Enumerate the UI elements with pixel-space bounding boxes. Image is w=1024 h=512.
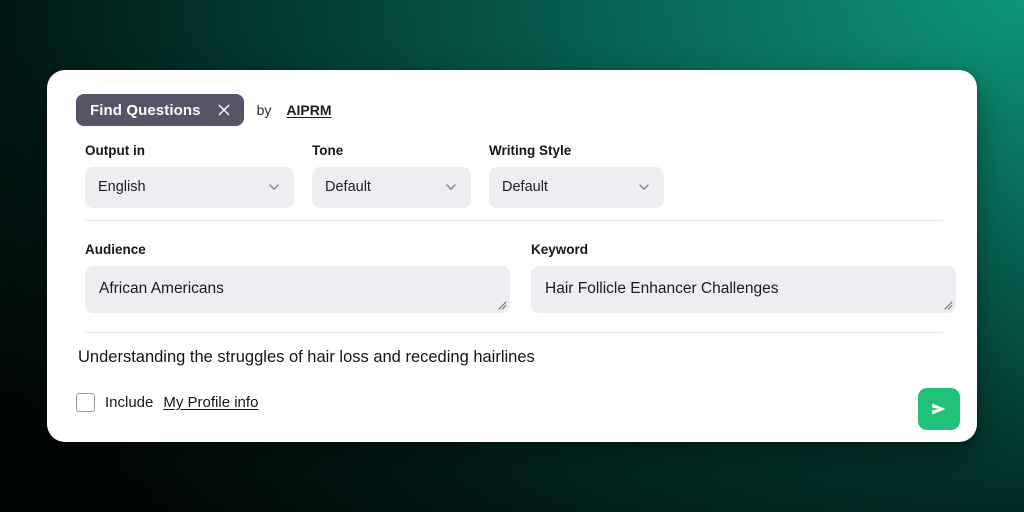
card-header: Find Questions by AIPRM: [76, 94, 332, 126]
tone-group: Tone Default: [312, 144, 471, 208]
prompt-card: Find Questions by AIPRM Output in Englis…: [47, 70, 977, 442]
prompt-text[interactable]: Understanding the struggles of hair loss…: [78, 347, 535, 368]
include-profile-label: Include: [105, 394, 154, 411]
writing-style-label: Writing Style: [489, 143, 572, 158]
divider-bottom: [85, 332, 943, 333]
keyword-group: Keyword Hair Follicle Enhancer Challenge…: [531, 243, 956, 313]
resize-handle-icon[interactable]: [496, 299, 507, 310]
keyword-label: Keyword: [531, 242, 589, 257]
divider-top: [85, 220, 943, 221]
output-in-group: Output in English: [85, 144, 294, 208]
writing-style-select[interactable]: Default: [489, 166, 664, 208]
close-icon[interactable]: [217, 103, 231, 117]
card-footer: Include My Profile info: [76, 393, 258, 412]
output-in-label: Output in: [85, 143, 145, 158]
writing-style-value: Default: [502, 179, 548, 195]
audience-input[interactable]: African Americans: [85, 265, 510, 313]
output-in-value: English: [98, 179, 146, 195]
audience-value: African Americans: [99, 280, 224, 297]
audience-label: Audience: [85, 242, 146, 257]
include-profile-checkbox[interactable]: [76, 393, 95, 412]
audience-group: Audience African Americans: [85, 243, 510, 313]
output-in-select[interactable]: English: [85, 166, 294, 208]
keyword-value: Hair Follicle Enhancer Challenges: [545, 280, 779, 297]
chevron-down-icon: [267, 180, 281, 194]
tone-label: Tone: [312, 143, 344, 158]
resize-handle-icon[interactable]: [942, 299, 953, 310]
tone-value: Default: [325, 179, 371, 195]
chevron-down-icon: [444, 180, 458, 194]
send-button[interactable]: [918, 388, 960, 430]
active-prompt-label: Find Questions: [90, 101, 201, 119]
selects-row: Output in English Tone Default Writing S…: [85, 144, 664, 208]
send-icon: [928, 398, 950, 420]
chevron-down-icon: [637, 180, 651, 194]
aiprm-brand-link[interactable]: AIPRM: [286, 102, 331, 118]
writing-style-group: Writing Style Default: [489, 144, 664, 208]
textareas-row: Audience African Americans Keyword Hair …: [85, 243, 956, 313]
keyword-input[interactable]: Hair Follicle Enhancer Challenges: [531, 265, 956, 313]
by-label: by: [256, 102, 272, 118]
my-profile-info-link[interactable]: My Profile info: [163, 394, 258, 411]
tone-select[interactable]: Default: [312, 166, 471, 208]
active-prompt-chip[interactable]: Find Questions: [76, 94, 244, 126]
